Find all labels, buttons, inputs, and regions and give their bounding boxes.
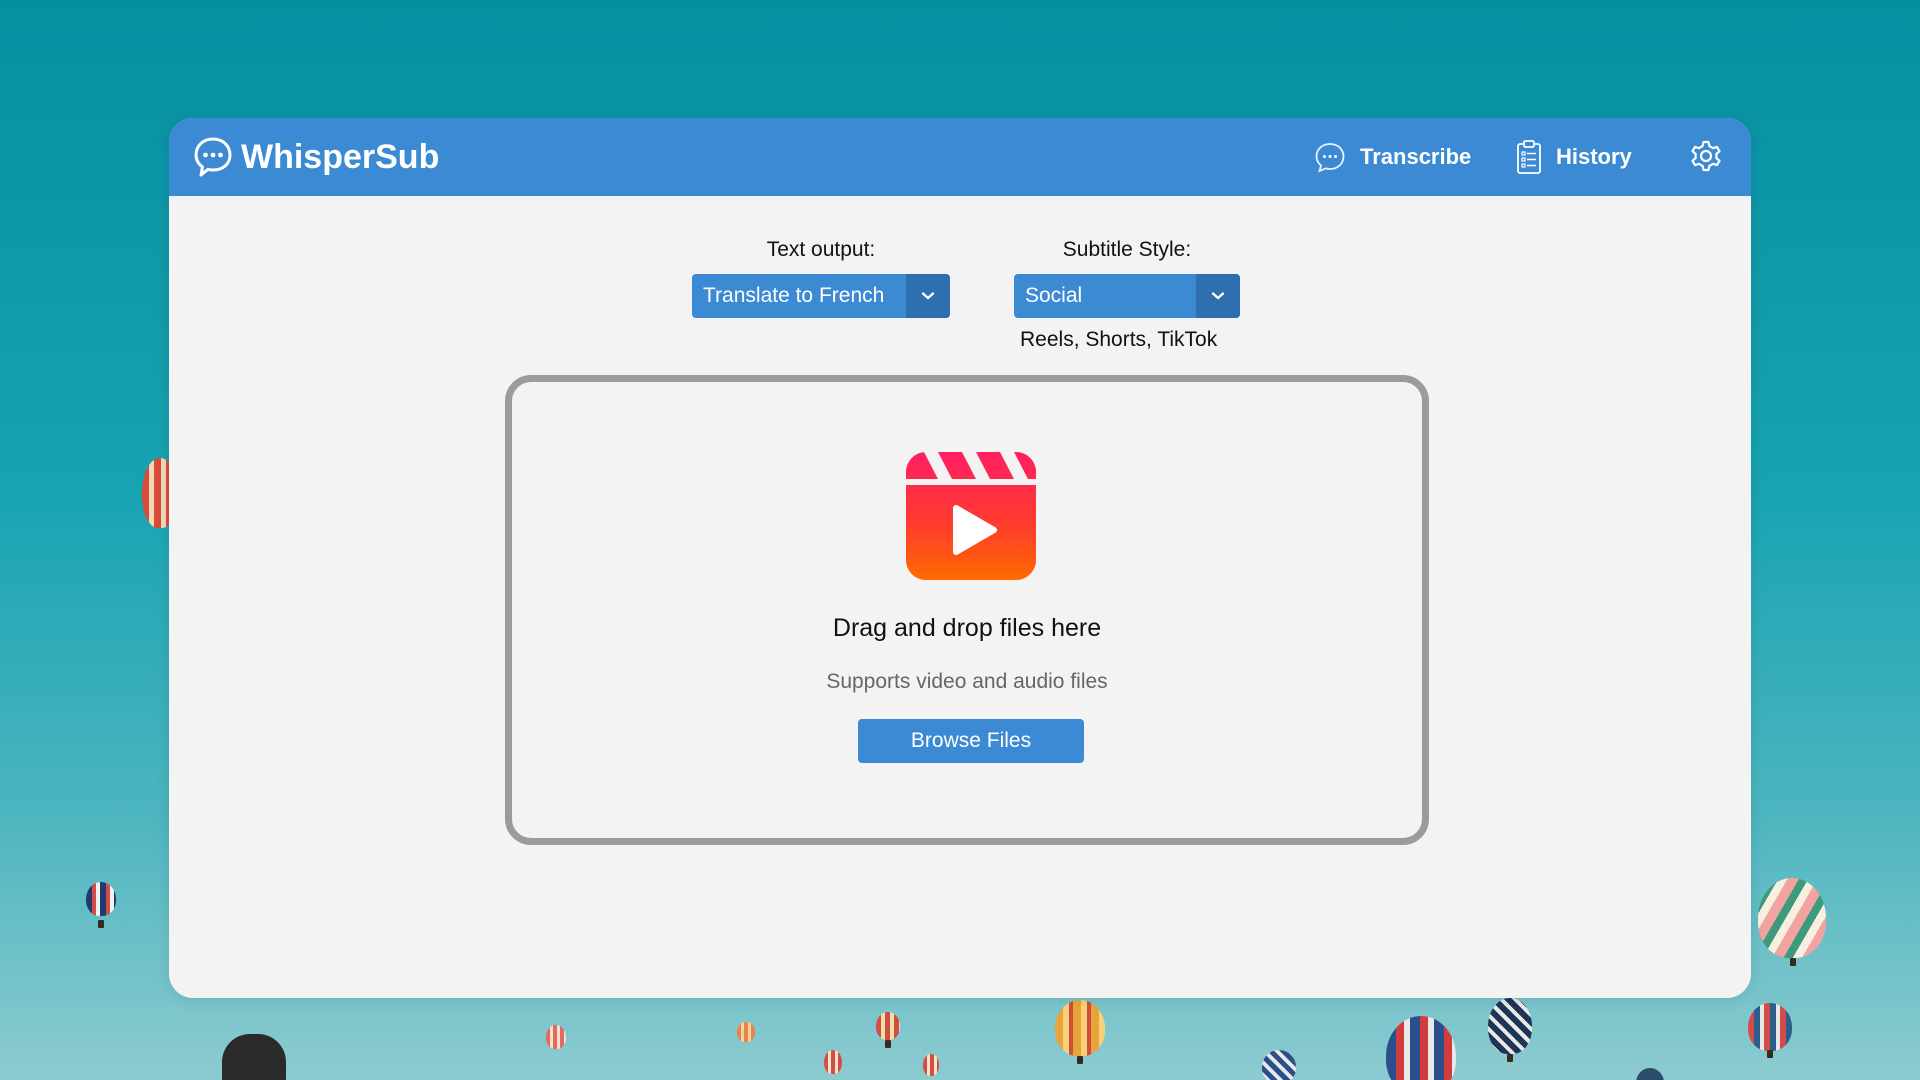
balloon-decoration xyxy=(86,882,116,916)
text-output-label: Text output: xyxy=(766,238,876,261)
balloon-basket xyxy=(1767,1050,1773,1058)
balloon-decoration xyxy=(737,1022,755,1042)
text-output-selected: Translate to French xyxy=(703,284,885,307)
balloon-decoration xyxy=(1488,998,1532,1054)
reels-play-icon xyxy=(906,452,1036,580)
subtitle-style-hint: Reels, Shorts, TikTok xyxy=(1020,328,1218,351)
balloon-decoration xyxy=(1386,1016,1456,1080)
subtitle-style-label: Subtitle Style: xyxy=(1062,238,1192,261)
balloon-basket xyxy=(1077,1056,1083,1064)
balloon-decoration xyxy=(824,1050,842,1074)
chat-bubble-icon xyxy=(194,137,232,177)
text-output-dropdown[interactable]: Translate to French xyxy=(692,274,950,318)
balloon-basket xyxy=(98,920,104,928)
nav-transcribe[interactable]: Transcribe xyxy=(1314,137,1471,177)
clipboard-icon xyxy=(1517,140,1541,174)
dropzone-subtitle: Supports video and audio files xyxy=(826,670,1108,693)
nav-transcribe-label: Transcribe xyxy=(1360,144,1472,169)
balloon-decoration xyxy=(1262,1050,1296,1080)
balloon-decoration xyxy=(876,1012,900,1040)
active-tab-indicator xyxy=(1283,192,1751,196)
chevron-down-icon[interactable] xyxy=(1196,274,1240,318)
balloon-decoration xyxy=(1748,1003,1792,1051)
app-window: WhisperSub Transcribe History Text outpu… xyxy=(169,118,1751,998)
gear-icon[interactable] xyxy=(1688,138,1724,174)
chat-bubble-icon xyxy=(1315,143,1345,173)
chevron-down-icon[interactable] xyxy=(906,274,950,318)
app-title: WhisperSub xyxy=(241,138,440,176)
chimney-rock-silhouette xyxy=(222,1034,286,1080)
balloon-basket xyxy=(885,1040,891,1048)
dropzone-title: Drag and drop files here xyxy=(832,614,1102,642)
balloon-decoration xyxy=(1055,1000,1105,1056)
nav-history-label: History xyxy=(1556,144,1632,169)
subtitle-style-dropdown[interactable]: Social xyxy=(1014,274,1240,318)
balloon-decoration xyxy=(1758,878,1826,958)
balloon-decoration xyxy=(546,1025,566,1049)
balloon-decoration xyxy=(923,1054,939,1076)
app-header: WhisperSub Transcribe History xyxy=(169,118,1751,196)
balloon-basket xyxy=(1790,958,1796,966)
file-dropzone[interactable]: Drag and drop files here Supports video … xyxy=(505,375,1429,845)
nav-history[interactable]: History xyxy=(1516,137,1632,177)
subtitle-style-selected: Social xyxy=(1025,284,1083,307)
browse-files-button[interactable]: Browse Files xyxy=(858,719,1084,763)
balloon-basket xyxy=(1507,1054,1513,1062)
balloon-decoration xyxy=(1636,1068,1664,1080)
